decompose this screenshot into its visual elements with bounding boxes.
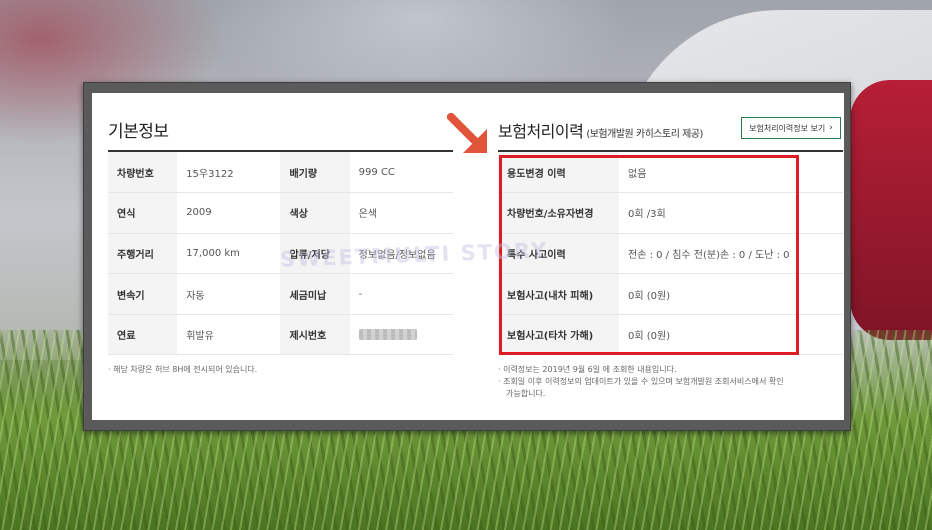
row-label: 변속기 bbox=[108, 273, 178, 315]
basic-info-note: · 해당 차량은 허브 8H에 전시되어 있습니다. bbox=[108, 365, 258, 374]
down-right-arrow-icon bbox=[447, 113, 487, 153]
row-label: 연료 bbox=[108, 314, 178, 356]
table-row: 차량번호 15우3122 배기량 999 CC bbox=[108, 152, 453, 194]
row-value: 휘발유 bbox=[177, 314, 281, 356]
table-row: 용도변경 이력 없음 bbox=[498, 152, 843, 194]
row-value: 전손 : 0 / 침수 전(분)손 : 0 / 도난 : 0 bbox=[619, 233, 843, 275]
row-value: 2009 bbox=[177, 192, 281, 234]
insurance-notes: · 이력정보는 2019년 9월 6일 에 조회한 내용입니다. · 조회일 이… bbox=[498, 364, 808, 400]
blurred-display-number bbox=[358, 328, 417, 340]
table-row: 보험사고(내차 피해) 0회 (0원) bbox=[498, 273, 843, 315]
row-label: 세금미납 bbox=[280, 273, 350, 315]
row-value: 자동 bbox=[177, 273, 281, 315]
row-label: 차량번호 bbox=[108, 152, 178, 194]
row-label: 차량번호/소유자변경 bbox=[498, 192, 619, 234]
table-row: 연식 2009 색상 은색 bbox=[108, 192, 453, 234]
table-row: 차량번호/소유자변경 0회 /3회 bbox=[498, 192, 843, 234]
row-value: 은색 bbox=[349, 192, 453, 234]
row-label: 용도변경 이력 bbox=[498, 152, 619, 194]
insurance-note: · 이력정보는 2019년 9월 6일 에 조회한 내용입니다. bbox=[498, 365, 677, 374]
row-value: 없음 bbox=[619, 152, 843, 194]
row-label: 주행거리 bbox=[108, 233, 178, 275]
row-value: - bbox=[349, 273, 453, 315]
background-car-red-part bbox=[850, 80, 932, 340]
display-number-value bbox=[349, 314, 453, 356]
row-value: 0회 (0원) bbox=[619, 273, 843, 315]
row-label: 색상 bbox=[280, 192, 350, 234]
row-value: 17,000 km bbox=[177, 233, 281, 275]
table-row: 특수 사고이력 전손 : 0 / 침수 전(분)손 : 0 / 도난 : 0 bbox=[498, 233, 843, 275]
insurance-title-text: 보험처리이력 bbox=[498, 122, 584, 141]
row-value: 999 CC bbox=[349, 152, 453, 194]
insurance-subtitle: (보험개발원 카히스토리 제공) bbox=[586, 129, 703, 140]
table-row: 연료 휘발유 제시번호 bbox=[108, 314, 453, 356]
info-panel: 기본정보 차량번호 15우3122 배기량 999 CC 연식 2009 색상 … bbox=[92, 93, 844, 420]
view-insurance-history-button[interactable]: 보험처리이력정보 보기 › bbox=[741, 117, 841, 139]
insurance-title: 보험처리이력 (보험개발원 카히스토리 제공) bbox=[498, 118, 703, 142]
row-label: 보험사고(내차 피해) bbox=[498, 273, 619, 315]
insurance-table: 용도변경 이력 없음 차량번호/소유자변경 0회 /3회 특수 사고이력 전손 … bbox=[498, 152, 843, 356]
screenshot-frame: 기본정보 차량번호 15우3122 배기량 999 CC 연식 2009 색상 … bbox=[83, 82, 851, 431]
table-row: 변속기 자동 세금미납 - bbox=[108, 273, 453, 315]
row-label: 배기량 bbox=[280, 152, 350, 194]
chevron-right-icon: › bbox=[829, 123, 833, 133]
insurance-note: · 조회일 이후 이력정보의 업데이트가 있을 수 있으며 보험개발원 조회서비… bbox=[498, 377, 784, 386]
row-value: 0회 (0원) bbox=[619, 314, 843, 356]
view-insurance-history-label: 보험처리이력정보 보기 bbox=[749, 123, 826, 133]
row-label: 연식 bbox=[108, 192, 178, 234]
row-value: 15우3122 bbox=[177, 152, 281, 194]
row-value: 0회 /3회 bbox=[619, 192, 843, 234]
basic-info-title: 기본정보 bbox=[108, 122, 169, 142]
row-label: 보험사고(타차 가해) bbox=[498, 314, 619, 356]
table-row: 보험사고(타차 가해) 0회 (0원) bbox=[498, 314, 843, 356]
row-label: 제시번호 bbox=[280, 314, 350, 356]
insurance-note: 가능합니다. bbox=[506, 389, 546, 398]
